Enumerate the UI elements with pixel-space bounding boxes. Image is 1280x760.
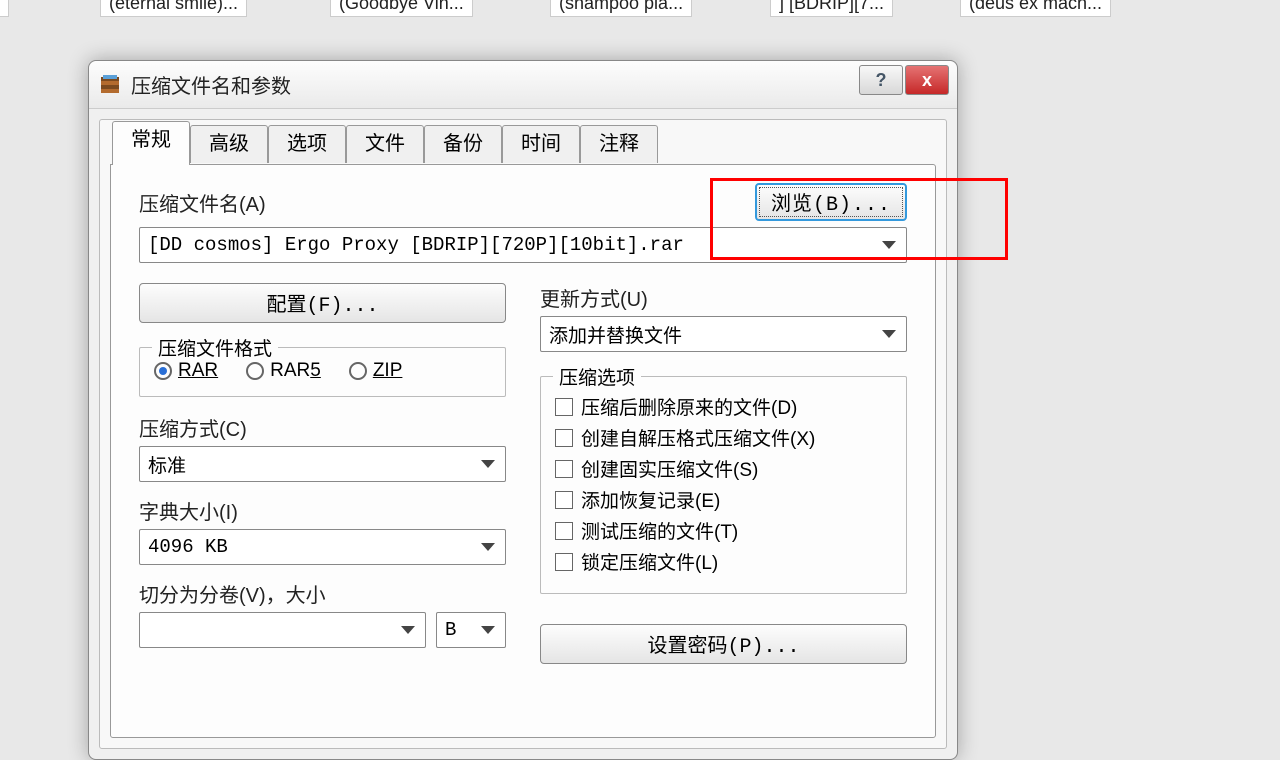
tab-comment[interactable]: 注释 bbox=[580, 125, 658, 163]
right-column: 更新方式(U) 添加并替换文件 压缩选项 压缩后删除原来的文件(D) 创建自解压… bbox=[540, 283, 907, 664]
tab-strip: 常规 高级 选项 文件 备份 时间 注释 bbox=[100, 119, 946, 163]
format-radio-rar5[interactable]: RAR5 bbox=[246, 360, 321, 382]
tab-general[interactable]: 常规 bbox=[112, 121, 190, 165]
checkbox-icon bbox=[555, 429, 573, 447]
desktop-file-chip[interactable]: (deus ex mach... bbox=[960, 0, 1111, 17]
dialog-body: 常规 高级 选项 文件 备份 时间 注释 压缩文件名(A) 浏览(B)... [… bbox=[99, 119, 947, 749]
winrar-icon bbox=[97, 72, 123, 98]
option-solid[interactable]: 创建固实压缩文件(S) bbox=[555, 455, 892, 482]
update-mode-combo[interactable]: 添加并替换文件 bbox=[540, 316, 907, 352]
option-sfx[interactable]: 创建自解压格式压缩文件(X) bbox=[555, 424, 892, 451]
titlebar[interactable]: 压缩文件名和参数 ? x bbox=[89, 61, 957, 109]
chevron-down-icon bbox=[481, 460, 495, 468]
checkbox-icon bbox=[555, 553, 573, 571]
desktop-file-chip[interactable]: (eternal smile)... bbox=[100, 0, 247, 17]
split-size-combo[interactable] bbox=[139, 612, 426, 648]
archive-options-legend: 压缩选项 bbox=[553, 363, 641, 390]
dictionary-size-combo[interactable]: 4096 KB bbox=[139, 529, 506, 565]
radio-icon bbox=[349, 362, 367, 380]
desktop-file-chip[interactable]: ] [BDRIP][7... bbox=[770, 0, 893, 17]
tab-options[interactable]: 选项 bbox=[268, 125, 346, 163]
checkbox-icon bbox=[555, 491, 573, 509]
option-test[interactable]: 测试压缩的文件(T) bbox=[555, 517, 892, 544]
help-button[interactable]: ? bbox=[859, 65, 903, 95]
close-button[interactable]: x bbox=[905, 65, 949, 95]
compression-method-combo[interactable]: 标准 bbox=[139, 446, 506, 482]
desktop-file-chip[interactable]: (Goodbye Vin... bbox=[330, 0, 473, 17]
archive-format-legend: 压缩文件格式 bbox=[152, 334, 278, 361]
chevron-down-icon bbox=[481, 543, 495, 551]
checkbox-icon bbox=[555, 522, 573, 540]
archive-name-label: 压缩文件名(A) bbox=[139, 188, 266, 217]
winrar-archive-dialog: 压缩文件名和参数 ? x 常规 高级 选项 文件 备份 时间 注释 压缩文件名(… bbox=[88, 60, 958, 760]
compression-method-label: 压缩方式(C) bbox=[139, 413, 506, 442]
tab-page-general: 压缩文件名(A) 浏览(B)... [DD cosmos] Ergo Proxy… bbox=[110, 164, 936, 738]
tab-files[interactable]: 文件 bbox=[346, 125, 424, 163]
desktop-file-chip[interactable]: (shampoo pla... bbox=[550, 0, 692, 17]
left-column: 配置(F)... 压缩文件格式 RAR RAR5 bbox=[139, 283, 506, 664]
dictionary-size-label: 字典大小(I) bbox=[139, 496, 506, 525]
radio-icon bbox=[246, 362, 264, 380]
chevron-down-icon bbox=[481, 626, 495, 634]
set-password-button[interactable]: 设置密码(P)... bbox=[540, 624, 907, 664]
chevron-down-icon bbox=[882, 241, 896, 249]
desktop-file-chip[interactable]: god)... bbox=[0, 0, 9, 17]
tab-time[interactable]: 时间 bbox=[502, 125, 580, 163]
checkbox-icon bbox=[555, 398, 573, 416]
format-radio-zip[interactable]: ZIP bbox=[349, 360, 403, 382]
chevron-down-icon bbox=[401, 626, 415, 634]
chevron-down-icon bbox=[882, 330, 896, 338]
split-unit-combo[interactable]: B bbox=[436, 612, 506, 648]
update-mode-label: 更新方式(U) bbox=[540, 283, 907, 312]
split-volumes-label: 切分为分卷(V)，大小 bbox=[139, 579, 506, 608]
tab-advanced[interactable]: 高级 bbox=[190, 125, 268, 163]
archive-name-combo[interactable]: [DD cosmos] Ergo Proxy [BDRIP][720P][10b… bbox=[139, 227, 907, 263]
format-radio-rar[interactable]: RAR bbox=[154, 360, 218, 382]
browse-button[interactable]: 浏览(B)... bbox=[755, 183, 907, 221]
dialog-title: 压缩文件名和参数 bbox=[131, 70, 291, 99]
option-delete-after[interactable]: 压缩后删除原来的文件(D) bbox=[555, 393, 892, 420]
option-lock[interactable]: 锁定压缩文件(L) bbox=[555, 548, 892, 575]
checkbox-icon bbox=[555, 460, 573, 478]
option-recovery[interactable]: 添加恢复记录(E) bbox=[555, 486, 892, 513]
radio-icon bbox=[154, 362, 172, 380]
tab-backup[interactable]: 备份 bbox=[424, 125, 502, 163]
profiles-button[interactable]: 配置(F)... bbox=[139, 283, 506, 323]
archive-name-value: [DD cosmos] Ergo Proxy [BDRIP][720P][10b… bbox=[148, 234, 684, 256]
